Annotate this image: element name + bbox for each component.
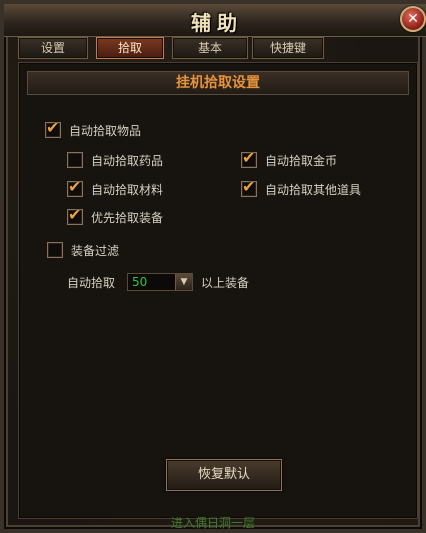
option-label: 装备过滤 xyxy=(71,243,120,258)
option-equipment-filter[interactable]: 装备过滤 xyxy=(47,240,119,260)
tab-settings[interactable]: 设置 xyxy=(18,37,88,59)
checkbox[interactable]: ✔ xyxy=(241,148,257,168)
level-filter-prefix: 自动拾取 xyxy=(67,276,116,290)
pickup-settings-panel: 挂机拾取设置 ✔ 自动拾取物品 自动拾取药品 ✔ 自动拾取金币 ✔ 自动拾取材料… xyxy=(18,62,418,519)
level-filter-suffix: 以上装备 xyxy=(201,276,250,290)
settings-window: 辅助 ✕ 设置 拾取 基本 快捷键 挂机拾取设置 ✔ 自动拾取物品 自动拾取药品… xyxy=(0,0,426,533)
window-title: 辅助 xyxy=(191,11,243,35)
close-icon: ✕ xyxy=(407,11,419,27)
option-label: 自动拾取物品 xyxy=(69,123,142,138)
option-label: 优先拾取装备 xyxy=(91,210,164,225)
level-value: 50 xyxy=(132,275,148,289)
close-button[interactable]: ✕ xyxy=(400,6,426,32)
checkbox[interactable] xyxy=(47,242,63,258)
checkmark-icon: ✔ xyxy=(68,205,82,224)
checkmark-icon: ✔ xyxy=(68,177,82,196)
tab-pickup[interactable]: 拾取 xyxy=(96,37,164,59)
tab-hotkeys[interactable]: 快捷键 xyxy=(252,37,324,59)
checkmark-icon: ✔ xyxy=(242,177,256,196)
option-auto-pick-potions[interactable]: 自动拾取药品 xyxy=(67,150,163,170)
option-label: 自动拾取金币 xyxy=(265,153,338,168)
option-auto-pick-gold[interactable]: ✔ 自动拾取金币 xyxy=(241,148,338,170)
option-auto-pick-items[interactable]: ✔ 自动拾取物品 xyxy=(45,118,142,140)
title-bar[interactable]: 辅助 ✕ xyxy=(4,4,426,37)
restore-default-button[interactable]: 恢复默认 xyxy=(166,459,282,491)
level-select[interactable]: 50 ▼ xyxy=(127,273,193,291)
checkbox[interactable]: ✔ xyxy=(241,177,257,197)
section-title: 挂机拾取设置 xyxy=(27,71,409,95)
option-priority-pick-equipment[interactable]: ✔ 优先拾取装备 xyxy=(67,205,164,227)
checkbox[interactable]: ✔ xyxy=(45,118,61,138)
option-label: 自动拾取药品 xyxy=(91,153,164,168)
checkbox[interactable]: ✔ xyxy=(67,177,83,197)
option-auto-pick-other[interactable]: ✔ 自动拾取其他道具 xyxy=(241,177,362,199)
checkmark-icon: ✔ xyxy=(242,148,256,167)
status-text: 进入偶日洞一层 xyxy=(170,516,255,530)
chevron-down-icon[interactable]: ▼ xyxy=(175,274,192,290)
tab-basic[interactable]: 基本 xyxy=(172,37,248,59)
checkbox[interactable]: ✔ xyxy=(67,205,83,225)
option-auto-pick-materials[interactable]: ✔ 自动拾取材料 xyxy=(67,177,164,199)
checkbox[interactable] xyxy=(67,152,83,168)
checkmark-icon: ✔ xyxy=(46,118,60,137)
option-label: 自动拾取其他道具 xyxy=(265,182,362,197)
option-label: 自动拾取材料 xyxy=(91,182,164,197)
